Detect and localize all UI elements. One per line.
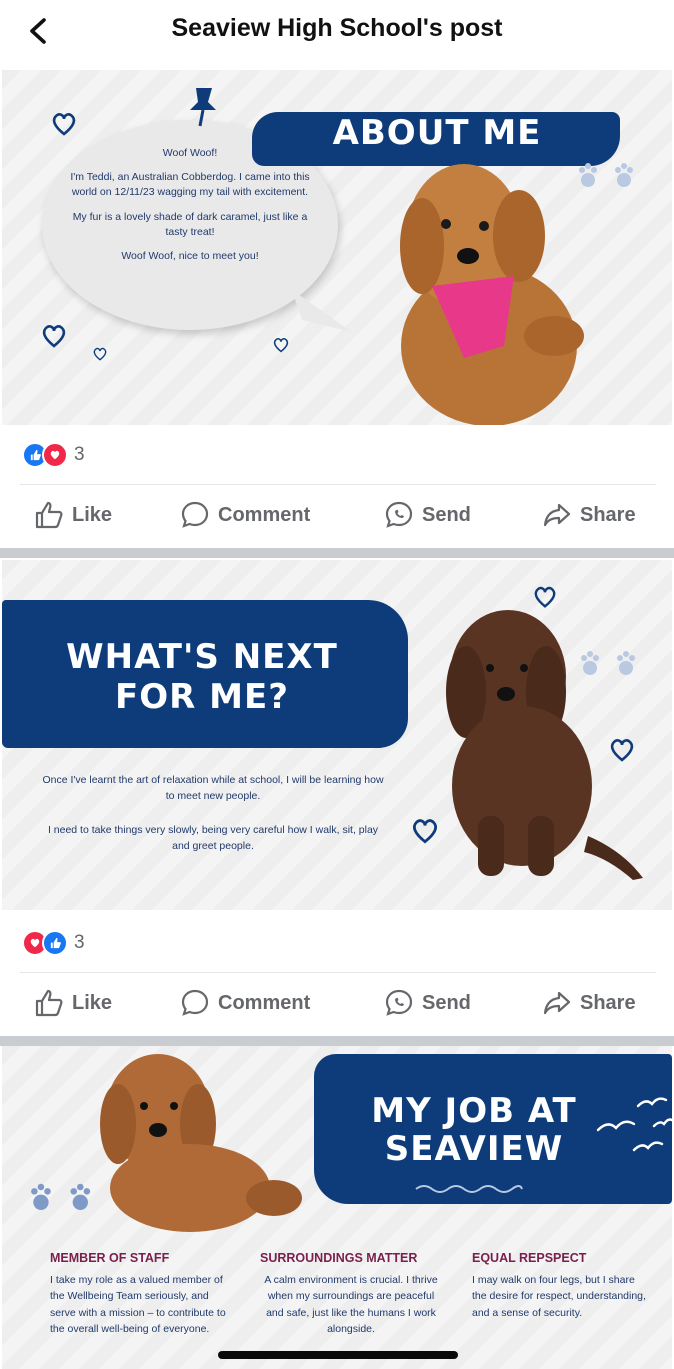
send-label: Send <box>422 991 471 1014</box>
like-button[interactable]: Like <box>34 978 112 1028</box>
share-button[interactable]: Share <box>542 978 636 1028</box>
like-button[interactable]: Like <box>34 490 112 540</box>
share-label: Share <box>580 503 636 526</box>
column-heading: SURROUNDINGS MATTER <box>260 1251 418 1265</box>
share-arrow-icon <box>543 991 571 1015</box>
like-label: Like <box>72 503 113 526</box>
whats-next-title-line2: FOR ME? <box>115 677 289 717</box>
speech-bubble-tail <box>292 290 352 332</box>
send-button[interactable]: Send <box>384 490 471 540</box>
comment-label: Comment <box>218 503 311 526</box>
reaction-summary[interactable]: 3 <box>22 442 85 468</box>
column-heading: EQUAL REPSPECT <box>472 1251 587 1265</box>
push-pin-icon <box>190 88 216 127</box>
post-separator <box>0 548 674 558</box>
love-reaction-icon <box>42 442 68 468</box>
my-job-title-line1: MY JOB AT <box>371 1091 577 1131</box>
wave-doodle <box>415 1185 523 1193</box>
column-heading: MEMBER OF STAFF <box>50 1251 170 1265</box>
action-bar: Like Comment Send Share <box>0 978 674 1028</box>
comment-button[interactable]: Comment <box>180 490 310 540</box>
divider <box>20 484 656 485</box>
post-image-whats-next[interactable]: WHAT'S NEXT FOR ME? Once I've learnt the… <box>2 560 672 910</box>
share-button[interactable]: Share <box>542 490 636 540</box>
reaction-summary[interactable]: 3 <box>22 930 85 956</box>
like-label: Like <box>72 991 113 1014</box>
heart-doodle-icon <box>42 325 66 348</box>
bubble-line: I'm Teddi, an Australian Cobberdog. I ca… <box>70 171 310 199</box>
like-reaction-icon <box>42 930 68 956</box>
comment-bubble-icon <box>181 501 209 528</box>
bubble-line: My fur is a lovely shade of dark caramel… <box>72 210 308 238</box>
share-arrow-icon <box>543 503 571 527</box>
heart-doodle-icon <box>273 338 289 353</box>
post-separator <box>0 1036 674 1046</box>
whats-next-paragraph: Once I've learnt the art of relaxation w… <box>42 774 384 803</box>
heart-doodle-icon <box>93 347 107 361</box>
thumbs-up-icon <box>35 989 63 1017</box>
home-indicator[interactable] <box>218 1351 458 1359</box>
paw-print-icon <box>31 1183 91 1210</box>
messenger-send-icon <box>385 989 413 1016</box>
column-text: I may walk on four legs, but I share the… <box>472 1274 646 1319</box>
divider <box>20 972 656 973</box>
share-label: Share <box>580 991 636 1014</box>
comment-button[interactable]: Comment <box>180 978 310 1028</box>
dog-photo-puppy <box>100 1054 302 1232</box>
send-button[interactable]: Send <box>384 978 471 1028</box>
page-title: Seaview High School's post <box>171 14 503 42</box>
comment-label: Comment <box>218 991 311 1014</box>
my-job-title-line2: SEAVIEW <box>384 1129 564 1169</box>
whats-next-paragraph: I need to take things very slowly, being… <box>47 824 379 853</box>
dog-photo-teddi <box>400 164 584 425</box>
seagull-icon <box>596 1097 672 1152</box>
heart-doodle-icon <box>413 819 437 844</box>
column-text: I take my role as a valued member of the… <box>50 1274 226 1335</box>
send-label: Send <box>422 503 471 526</box>
action-bar: Like Comment Send Share <box>0 490 674 540</box>
top-bar: Seaview High School's post <box>0 0 674 62</box>
whats-next-title-line1: WHAT'S NEXT <box>66 637 338 677</box>
messenger-send-icon <box>385 501 413 528</box>
reaction-count: 3 <box>74 444 85 465</box>
reaction-count: 3 <box>74 932 85 953</box>
post-image-about-me[interactable]: Woof Woof! I'm Teddi, an Australian Cobb… <box>2 70 672 425</box>
post-image-my-job[interactable]: MY JOB AT SEAVIEW MEMBER OF STAFF I take… <box>2 1046 672 1369</box>
thumbs-up-icon <box>35 501 63 529</box>
heart-doodle-icon <box>52 113 76 136</box>
bubble-line: Woof Woof, nice to meet you! <box>121 250 259 263</box>
comment-bubble-icon <box>181 989 209 1016</box>
column-text: A calm environment is crucial. I thrive … <box>264 1274 438 1335</box>
dog-photo-chocolate <box>446 610 643 880</box>
